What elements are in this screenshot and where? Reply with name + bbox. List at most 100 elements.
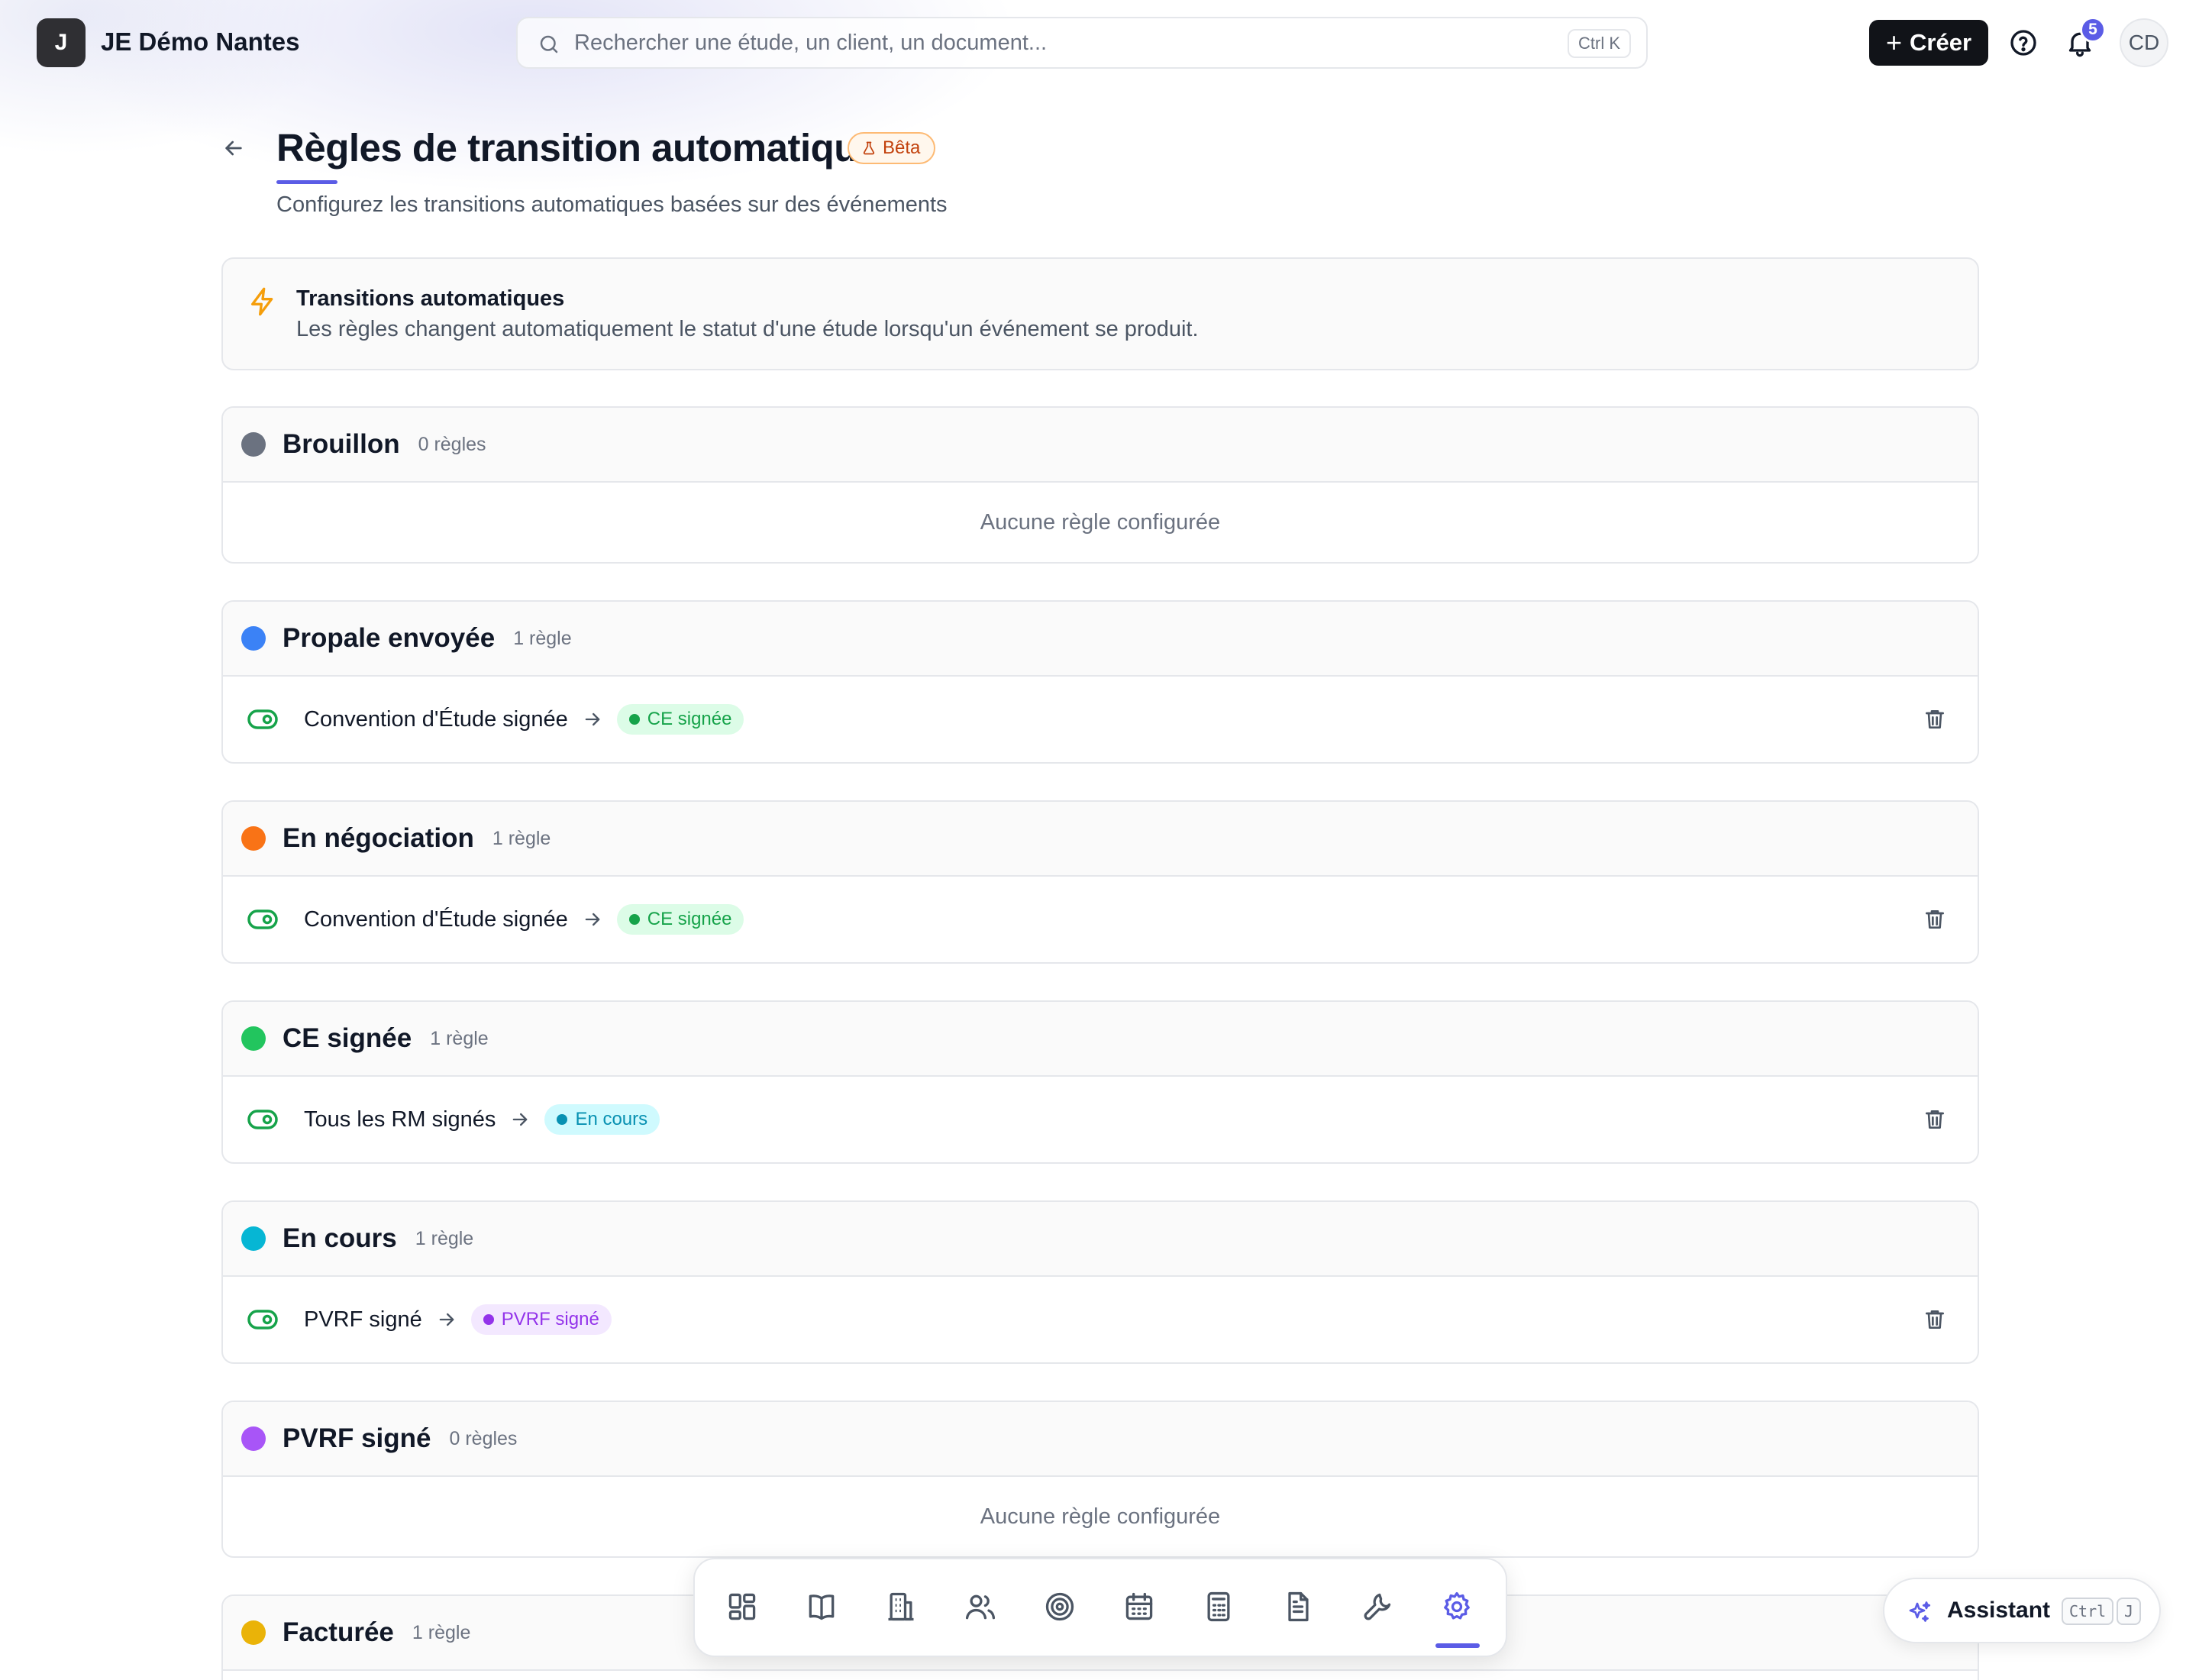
target-status-pill: En cours	[544, 1104, 660, 1135]
create-button[interactable]: + Créer	[1869, 20, 1988, 66]
page-subtitle: Configurez les transitions automatiques …	[276, 192, 948, 217]
status-header: Brouillon 0 règles	[223, 408, 1978, 483]
org-logo[interactable]: J	[37, 18, 86, 67]
book-icon[interactable]	[805, 1590, 838, 1623]
toggle-on-icon[interactable]	[247, 909, 278, 930]
top-bar: J JE Démo Nantes Rechercher une étude, u…	[0, 0, 2199, 86]
target-status-pill: CE signée	[616, 704, 744, 735]
back-arrow-icon[interactable]	[221, 136, 246, 160]
toggle-on-icon[interactable]	[247, 1109, 278, 1130]
target-status-dot	[483, 1314, 494, 1325]
status-card-brouillon: Brouillon 0 règles Aucune règle configur…	[221, 406, 1979, 564]
create-label: Créer	[1910, 29, 1972, 56]
target-status-label: CE signée	[647, 709, 732, 729]
user-avatar[interactable]: CD	[2120, 18, 2168, 67]
status-header: En cours 1 règle	[223, 1202, 1978, 1277]
dock-active-indicator	[1435, 1643, 1480, 1648]
status-card-en-cours: En cours 1 règle PVRF signé PVRF signé	[221, 1200, 1979, 1364]
target-status-label: PVRF signé	[501, 1309, 599, 1329]
status-header: CE signée 1 règle	[223, 1002, 1978, 1077]
assistant-shortcut-j: J	[2117, 1598, 2142, 1625]
target-icon[interactable]	[1043, 1590, 1077, 1623]
wrench-icon[interactable]	[1361, 1590, 1394, 1623]
status-card-en-negociation: En négociation 1 règle Convention d'Étud…	[221, 800, 1979, 964]
search-icon	[540, 35, 558, 53]
status-header: En négociation 1 règle	[223, 802, 1978, 877]
plus-icon: +	[1885, 27, 1903, 58]
search-placeholder: Rechercher une étude, un client, un docu…	[574, 31, 1048, 55]
status-color-dot	[241, 1620, 266, 1645]
status-name: CE signée	[283, 1023, 412, 1053]
sparkle-icon	[1909, 1601, 1931, 1622]
status-card-propale-envoyee: Propale envoyée 1 règle Convention d'Étu…	[221, 600, 1979, 764]
dashboard-icon[interactable]	[725, 1590, 759, 1623]
rule-count: 0 règles	[449, 1427, 518, 1449]
rule-event: Tous les RM signés	[304, 1107, 496, 1132]
status-card-ce-signee: CE signée 1 règle Tous les RM signés En …	[221, 1000, 1979, 1164]
status-color-dot	[241, 1026, 266, 1051]
page-title: Règles de transition automatique	[276, 126, 879, 170]
trash-icon[interactable]	[1923, 707, 1947, 732]
beta-label: Bêta	[883, 137, 921, 158]
info-description: Les règles changent automatiquement le s…	[296, 317, 1199, 341]
toggle-on-icon[interactable]	[247, 709, 278, 730]
search-shortcut: Ctrl K	[1568, 29, 1631, 58]
trash-icon[interactable]	[1923, 1307, 1947, 1332]
beta-badge: Bêta	[848, 132, 936, 164]
org-name[interactable]: JE Démo Nantes	[101, 27, 299, 57]
status-header: PVRF signé 0 règles	[223, 1402, 1978, 1477]
status-name: Facturée	[283, 1617, 394, 1647]
bottom-dock	[693, 1558, 1507, 1657]
target-status-dot	[628, 714, 640, 725]
target-status-label: En cours	[575, 1109, 648, 1129]
empty-rules-message: Aucune règle configurée	[980, 1504, 1221, 1529]
notifications-badge: 5	[2080, 17, 2106, 43]
status-color-dot	[241, 1426, 266, 1451]
rule-count: 1 règle	[415, 1227, 474, 1249]
target-status-dot	[628, 914, 640, 925]
rule-event: Convention d'Étude signée	[304, 906, 568, 932]
trash-icon[interactable]	[1923, 907, 1947, 932]
status-color-dot	[241, 826, 266, 851]
info-title: Transitions automatiques	[296, 286, 565, 311]
status-name: En négociation	[283, 823, 474, 853]
rule-count: 1 règle	[412, 1621, 471, 1643]
target-status-pill: CE signée	[616, 904, 744, 935]
status-name: PVRF signé	[283, 1423, 431, 1453]
target-status-dot	[557, 1114, 568, 1125]
rule-event: Convention d'Étude signée	[304, 706, 568, 732]
status-color-dot	[241, 1226, 266, 1251]
status-card-pvrf-signe: PVRF signé 0 règles Aucune règle configu…	[221, 1401, 1979, 1558]
status-name: Brouillon	[283, 429, 400, 459]
calendar-icon[interactable]	[1122, 1590, 1156, 1623]
status-color-dot	[241, 432, 266, 457]
help-icon[interactable]	[2008, 27, 2039, 58]
arrow-right-icon	[439, 1313, 454, 1326]
flask-icon	[863, 141, 875, 155]
building-icon[interactable]	[884, 1590, 918, 1623]
assistant-shortcut-ctrl: Ctrl	[2062, 1598, 2114, 1625]
arrow-right-icon	[513, 1113, 528, 1126]
status-name: En cours	[283, 1223, 397, 1253]
status-name: Propale envoyée	[283, 623, 496, 653]
rule-row: Tous les RM signés En cours	[223, 1077, 1978, 1162]
arrow-right-icon	[585, 712, 600, 726]
rule-count: 1 règle	[492, 827, 551, 849]
info-card: Transitions automatiques Les règles chan…	[221, 257, 1979, 370]
assistant-button[interactable]: Assistant Ctrl J	[1883, 1578, 2161, 1643]
settings-icon[interactable]	[1440, 1590, 1474, 1623]
empty-rules-message: Aucune règle configurée	[980, 509, 1221, 535]
assistant-label: Assistant	[1947, 1598, 2051, 1623]
rule-row: Convention d'Étude signée CE signée	[223, 677, 1978, 762]
target-status-pill: PVRF signé	[470, 1304, 612, 1335]
calculator-icon[interactable]	[1202, 1590, 1235, 1623]
target-status-label: CE signée	[647, 909, 732, 929]
arrow-right-icon	[585, 913, 600, 926]
global-search[interactable]: Rechercher une étude, un client, un docu…	[516, 17, 1648, 69]
trash-icon[interactable]	[1923, 1107, 1947, 1132]
rule-row: Convention d'Étude signée CE signée	[223, 877, 1978, 962]
toggle-on-icon[interactable]	[247, 1309, 278, 1330]
rule-count: 1 règle	[513, 627, 572, 649]
users-icon[interactable]	[964, 1590, 997, 1623]
document-icon[interactable]	[1281, 1590, 1315, 1623]
